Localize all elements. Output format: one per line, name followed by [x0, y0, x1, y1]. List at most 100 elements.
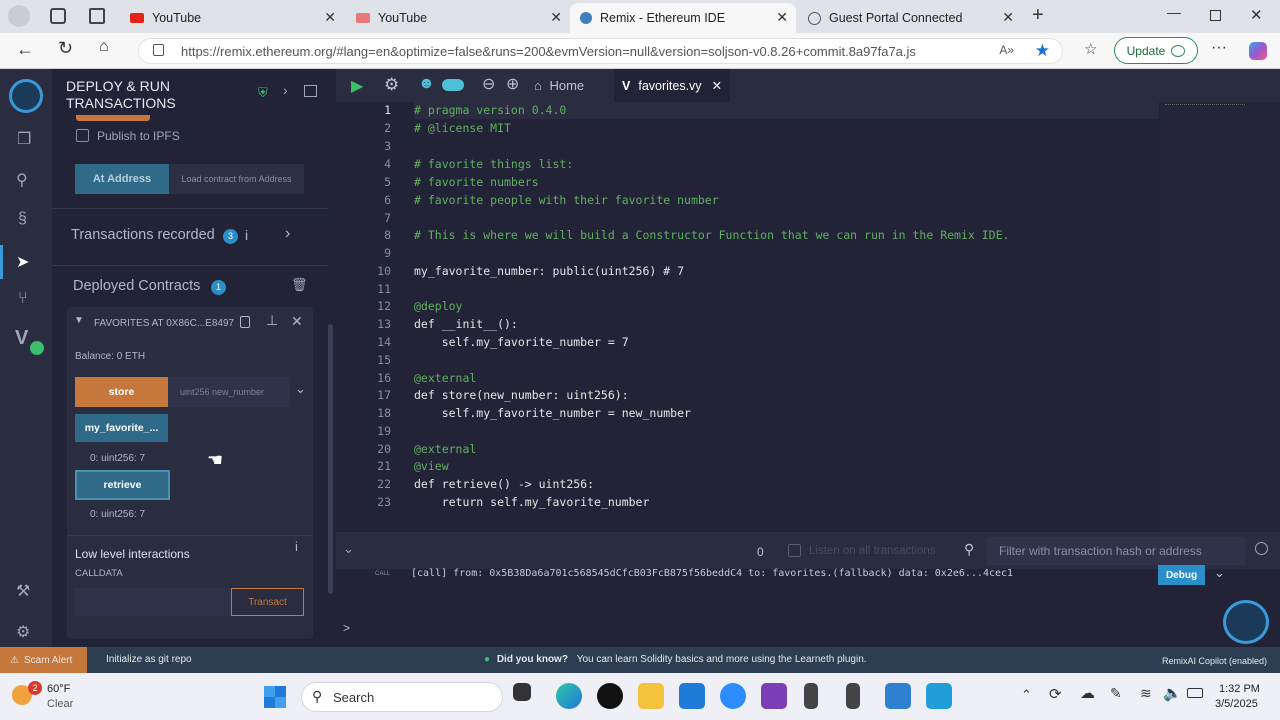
sync-icon[interactable]: ⟳	[1049, 685, 1062, 703]
tip-text[interactable]: You can learn Solidity basics and more u…	[577, 654, 867, 665]
run-icon[interactable]: ▶	[351, 76, 363, 96]
scam-alert[interactable]: ⚠ Scam Alert	[0, 647, 87, 673]
star-icon[interactable]: ★	[1035, 41, 1050, 61]
chevron-down-icon[interactable]: ⌄	[1214, 565, 1225, 581]
debug-button[interactable]: Debug	[1158, 565, 1205, 585]
toggle-switch[interactable]	[442, 79, 464, 91]
retrieve-button[interactable]: retrieve	[75, 470, 170, 500]
collapse-icon[interactable]: ⌄	[343, 541, 354, 557]
close-icon[interactable]: ✕	[324, 9, 336, 26]
tray-chevron-icon[interactable]: ⌃	[1021, 687, 1032, 703]
call-log-line[interactable]: [call] from: 0x5B38Da6a701c568545dCfcB03…	[411, 568, 1013, 579]
transactions-recorded-label[interactable]: Transactions recorded	[71, 227, 215, 243]
settings-icon[interactable]: ⚙	[384, 75, 399, 95]
close-icon[interactable]: ✕	[712, 78, 722, 93]
wifi-icon[interactable]: ≋	[1140, 685, 1152, 702]
refresh-icon[interactable]: ↻	[58, 38, 73, 59]
calldata-input[interactable]	[75, 588, 231, 616]
more-icon[interactable]: ···	[1211, 39, 1227, 57]
battery-icon[interactable]	[1187, 688, 1203, 698]
deploy-button-edge[interactable]	[76, 115, 150, 121]
copy-icon[interactable]	[240, 316, 250, 328]
pen-icon[interactable]	[804, 683, 818, 709]
init-git-link[interactable]: Initialize as git repo	[106, 654, 192, 665]
pen-icon[interactable]	[846, 683, 860, 709]
remix-logo-icon[interactable]	[9, 79, 43, 113]
tab-home[interactable]: ⌂ Home	[534, 78, 584, 93]
filter-input[interactable]: Filter with transaction hash or address	[987, 537, 1245, 565]
search-box[interactable]: ⚲ Search	[301, 682, 503, 712]
pen-tray-icon[interactable]: ✎	[1110, 685, 1122, 702]
shield-icon[interactable]: ⛨	[258, 85, 268, 101]
vyper-icon[interactable]: V	[15, 327, 28, 350]
dock-icon[interactable]	[304, 85, 317, 97]
contract-name[interactable]: FAVORITES AT 0X86C...E8497	[94, 318, 234, 329]
close-icon[interactable]: ✕	[550, 9, 562, 26]
tab-guest-portal[interactable]: Guest Portal Connected ✕	[798, 3, 1022, 33]
close-window-icon[interactable]: ✕	[1250, 6, 1263, 24]
search-icon[interactable]: ⚲	[964, 541, 974, 558]
info-icon[interactable]: i	[295, 539, 298, 554]
close-icon[interactable]: ✕	[1002, 9, 1014, 26]
tab-favorites-vy[interactable]: V favorites.vy ✕	[614, 69, 730, 102]
at-address-button[interactable]: At Address	[75, 164, 169, 194]
workspaces-icon[interactable]	[50, 8, 66, 24]
store-button[interactable]: store	[75, 377, 168, 407]
start-icon[interactable]	[264, 686, 286, 708]
clear-icon[interactable]	[1255, 542, 1268, 555]
edge-icon[interactable]	[556, 683, 582, 709]
update-button[interactable]: Update	[1114, 37, 1198, 64]
read-aloud-icon[interactable]: A»	[999, 43, 1014, 57]
restore-icon[interactable]	[1210, 10, 1221, 21]
transact-button[interactable]: Transact	[231, 588, 304, 616]
clipchamp-icon[interactable]	[761, 683, 787, 709]
back-icon[interactable]: ←	[16, 39, 34, 60]
minimize-icon[interactable]: —	[1167, 4, 1181, 20]
tab-youtube-1[interactable]: YouTube ✕	[120, 3, 344, 33]
tab-actions-icon[interactable]	[89, 8, 105, 24]
close-icon[interactable]: ✕	[776, 9, 788, 26]
file-explorer-icon[interactable]	[638, 683, 664, 709]
search-icon[interactable]: ⚲	[16, 170, 28, 190]
app-icon[interactable]	[926, 683, 952, 709]
load-contract-input[interactable]: Load contract from Address	[169, 164, 304, 194]
profile-icon[interactable]	[8, 5, 30, 27]
plugin-manager-icon[interactable]: ⚒	[16, 581, 30, 601]
vscode-icon[interactable]	[885, 683, 911, 709]
chevron-down-icon[interactable]: ⌄	[295, 381, 306, 397]
home-icon[interactable]: ⌂	[99, 38, 109, 56]
trash-icon[interactable]: 🗑	[291, 277, 308, 293]
minimap[interactable]	[1161, 102, 1280, 532]
zoom-in-icon[interactable]: ⊕	[506, 74, 519, 94]
url-input[interactable]: https://remix.ethereum.org/#lang=en&opti…	[138, 38, 1063, 64]
copilot-bot-icon[interactable]	[1223, 600, 1269, 644]
ai-icon[interactable]: ☻	[418, 75, 435, 93]
my-favorite-number-button[interactable]: my_favorite_...	[75, 414, 168, 442]
solidity-compiler-icon[interactable]: §	[18, 210, 27, 228]
chevron-right-icon[interactable]: ›	[285, 225, 290, 243]
volume-icon[interactable]: 🔈	[1163, 684, 1182, 702]
deploy-run-icon[interactable]: ➤	[16, 252, 29, 272]
favorites-icon[interactable]: ☆	[1084, 40, 1097, 58]
task-view-icon[interactable]	[513, 683, 531, 701]
new-tab-icon[interactable]: +	[1032, 4, 1044, 27]
copilot-status[interactable]: RemixAI Copilot (enabled)	[1162, 656, 1267, 666]
cloud-icon[interactable]: ☁	[1080, 684, 1095, 702]
zoom-out-icon[interactable]: ⊖	[482, 74, 495, 94]
file-explorer-icon[interactable]: ❐	[17, 129, 31, 149]
side-scrollbar[interactable]	[328, 324, 333, 594]
tab-youtube-2[interactable]: YouTube ✕	[346, 3, 570, 33]
listen-checkbox[interactable]	[788, 544, 801, 557]
pin-icon[interactable]: ⊥	[266, 312, 278, 329]
terminal-prompt[interactable]: >	[343, 621, 350, 635]
clock-date[interactable]: 3/5/2025	[1215, 698, 1258, 710]
copilot-icon[interactable]	[1249, 42, 1267, 60]
chevron-down-icon[interactable]: ▼	[74, 315, 84, 326]
clock-time[interactable]: 1:32 PM	[1219, 683, 1260, 695]
tiktok-icon[interactable]	[597, 683, 623, 709]
zoom-icon[interactable]	[720, 683, 746, 709]
store-icon[interactable]	[679, 683, 705, 709]
git-icon[interactable]: ⑂	[18, 290, 28, 308]
publish-ipfs-checkbox[interactable]	[76, 129, 89, 142]
chevron-right-icon[interactable]: ›	[283, 82, 288, 98]
